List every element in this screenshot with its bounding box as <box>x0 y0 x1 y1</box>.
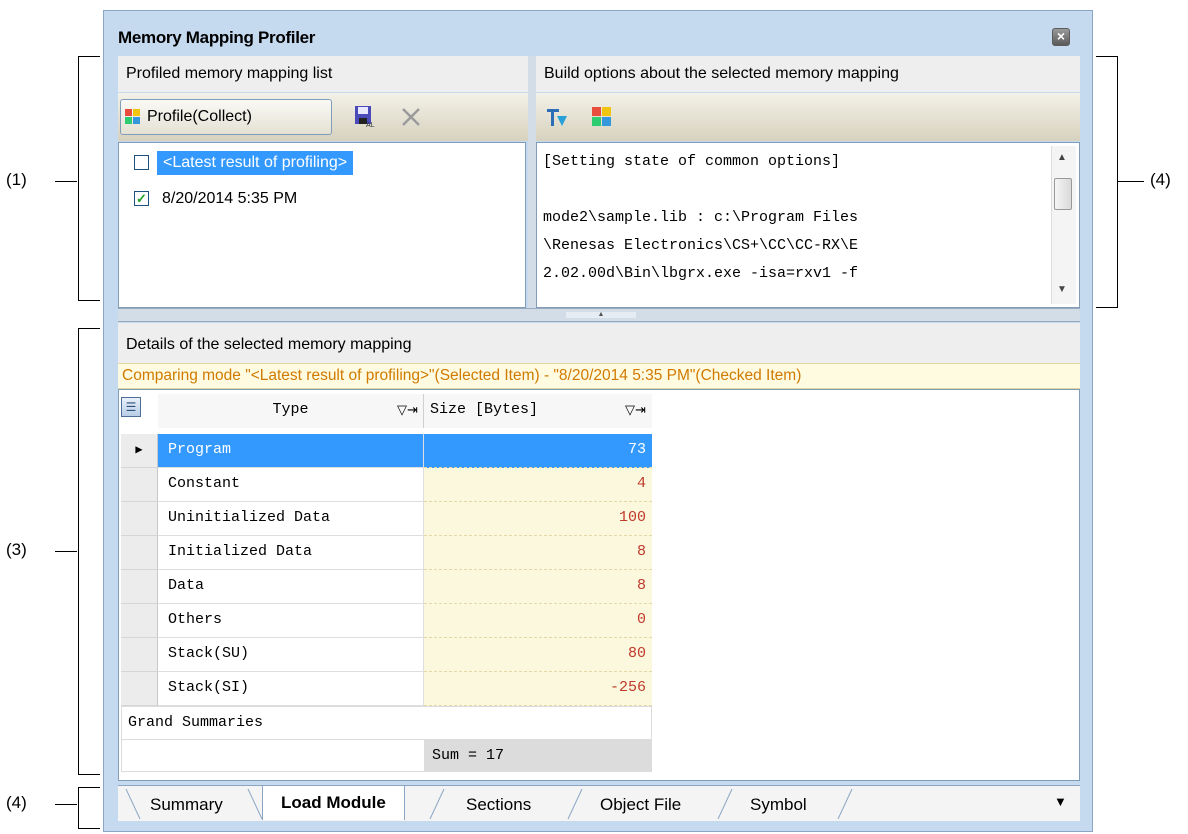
table-row-size[interactable]: 4 <box>424 468 652 502</box>
table-row-size[interactable]: -256 <box>424 672 652 706</box>
row-header[interactable] <box>121 604 158 638</box>
comparing-mode-bar: Comparing mode "<Latest result of profil… <box>118 363 1080 389</box>
callout-4-bottom-leader <box>55 804 77 805</box>
table-row-type[interactable]: Uninitialized Data <box>158 502 424 536</box>
table-row-type[interactable]: Stack(SU) <box>158 638 424 672</box>
callout-1-leader <box>55 181 77 182</box>
scroll-up-icon[interactable]: ▲ <box>1057 152 1067 163</box>
details-title: Details of the selected memory mapping <box>126 336 412 353</box>
table-row-type[interactable]: Data <box>158 570 424 604</box>
column-header-type[interactable]: Type <box>158 394 424 428</box>
comparing-mode-text: Comparing mode "<Latest result of profil… <box>122 367 802 384</box>
scrollbar-thumb[interactable] <box>1054 178 1072 210</box>
callout-1: (1) <box>6 170 27 189</box>
svg-text:ALL: ALL <box>366 122 375 128</box>
row-header[interactable] <box>121 502 158 536</box>
list-item-2014[interactable]: 8/20/2014 5:35 PM <box>162 187 297 211</box>
list-item-latest[interactable]: <Latest result of profiling> <box>157 151 354 175</box>
delete-icon[interactable] <box>399 105 423 129</box>
table-row-type[interactable]: Constant <box>158 468 424 502</box>
scroll-down-icon[interactable]: ▼ <box>1057 284 1067 295</box>
right-panel-header: Build options about the selected memory … <box>536 56 1080 92</box>
table-row-size[interactable]: 8 <box>424 570 652 604</box>
type-filter-icon[interactable]: ▽⇥ <box>397 402 418 418</box>
callout-4-top-bracket-bottom <box>1096 307 1118 308</box>
row-header[interactable]: ▶ <box>121 434 158 468</box>
callout-3-bracket <box>78 328 79 775</box>
left-panel-title: Profiled memory mapping list <box>126 65 333 82</box>
profile-icon <box>125 109 140 124</box>
table-row-size[interactable]: 80 <box>424 638 652 672</box>
callout-1-bracket <box>78 56 79 301</box>
properties-icon[interactable] <box>590 105 614 129</box>
row-header[interactable] <box>121 672 158 706</box>
row-header[interactable] <box>121 536 158 570</box>
callout-3: (3) <box>6 540 27 559</box>
options-scrollbar[interactable] <box>1051 146 1076 304</box>
table-row-size[interactable]: 100 <box>424 502 652 536</box>
size-filter-icon[interactable]: ▽⇥ <box>625 402 646 418</box>
table-row-type[interactable]: Program <box>158 434 424 468</box>
item-checkbox-2014[interactable]: ✓ <box>134 191 149 206</box>
table-row-type[interactable]: Others <box>158 604 424 638</box>
options-line-5: 2.02.00d\Bin\lbgrx.exe -isa=rxv1 -f <box>543 265 859 282</box>
build-options-text[interactable]: [Setting state of common options] mode2\… <box>536 142 1080 308</box>
profile-collect-label: Profile(Collect) <box>147 108 252 125</box>
row-header[interactable] <box>121 570 158 604</box>
details-header: Details of the selected memory mapping <box>118 323 1080 363</box>
callout-4-bottom: (4) <box>6 793 27 812</box>
sum-row-blank <box>121 740 424 772</box>
vertical-splitter[interactable] <box>528 56 536 308</box>
options-line-3: mode2\sample.lib : c:\Program Files <box>543 209 859 226</box>
row-header[interactable] <box>121 638 158 672</box>
column-chooser-icon[interactable]: ☰ <box>121 397 141 417</box>
callout-4-top: (4) <box>1150 170 1171 189</box>
left-panel-header: Profiled memory mapping list <box>118 56 528 92</box>
window-title: Memory Mapping Profiler <box>118 28 316 47</box>
callout-1-bracket-top <box>78 56 100 57</box>
row-header[interactable] <box>121 468 158 502</box>
options-line-4: \Renesas Electronics\CS+\CC\CC-RX\E <box>543 237 859 254</box>
column-header-size[interactable]: Size [Bytes] <box>424 394 652 428</box>
table-row-size[interactable]: 73 <box>424 434 652 468</box>
grand-summaries-label: Grand Summaries <box>121 706 652 740</box>
table-row-size[interactable]: 8 <box>424 536 652 570</box>
right-toolbar <box>536 93 1080 141</box>
callout-3-bracket-bottom <box>78 774 100 775</box>
callout-3-bracket-top <box>78 328 100 329</box>
options-line-1: [Setting state of common options] <box>543 153 841 170</box>
callout-4-top-leader <box>1118 181 1144 182</box>
callout-4-bottom-bracket-bottom <box>78 828 100 829</box>
tab-separators <box>125 788 853 820</box>
callout-4-bottom-bracket-top <box>78 787 100 788</box>
callout-4-top-bracket <box>1117 56 1118 308</box>
close-icon[interactable]: × <box>1052 28 1070 46</box>
save-icon[interactable]: ALL <box>353 104 375 128</box>
callout-4-top-bracket-top <box>1096 56 1118 57</box>
callout-3-leader <box>55 551 77 552</box>
splitter-grip[interactable]: ▲ <box>566 311 636 318</box>
table-row-type[interactable]: Stack(SI) <box>158 672 424 706</box>
right-panel-title: Build options about the selected memory … <box>544 65 899 82</box>
table-row-type[interactable]: Initialized Data <box>158 536 424 570</box>
sum-cell: Sum = 17 <box>424 740 652 772</box>
filter-options-icon[interactable] <box>545 106 569 130</box>
profile-collect-button[interactable]: Profile(Collect) <box>120 99 332 135</box>
callout-1-bracket-bottom <box>78 300 100 301</box>
table-row-size[interactable]: 0 <box>424 604 652 638</box>
callout-4-bottom-bracket <box>78 787 79 829</box>
item-checkbox-latest[interactable] <box>134 155 149 170</box>
